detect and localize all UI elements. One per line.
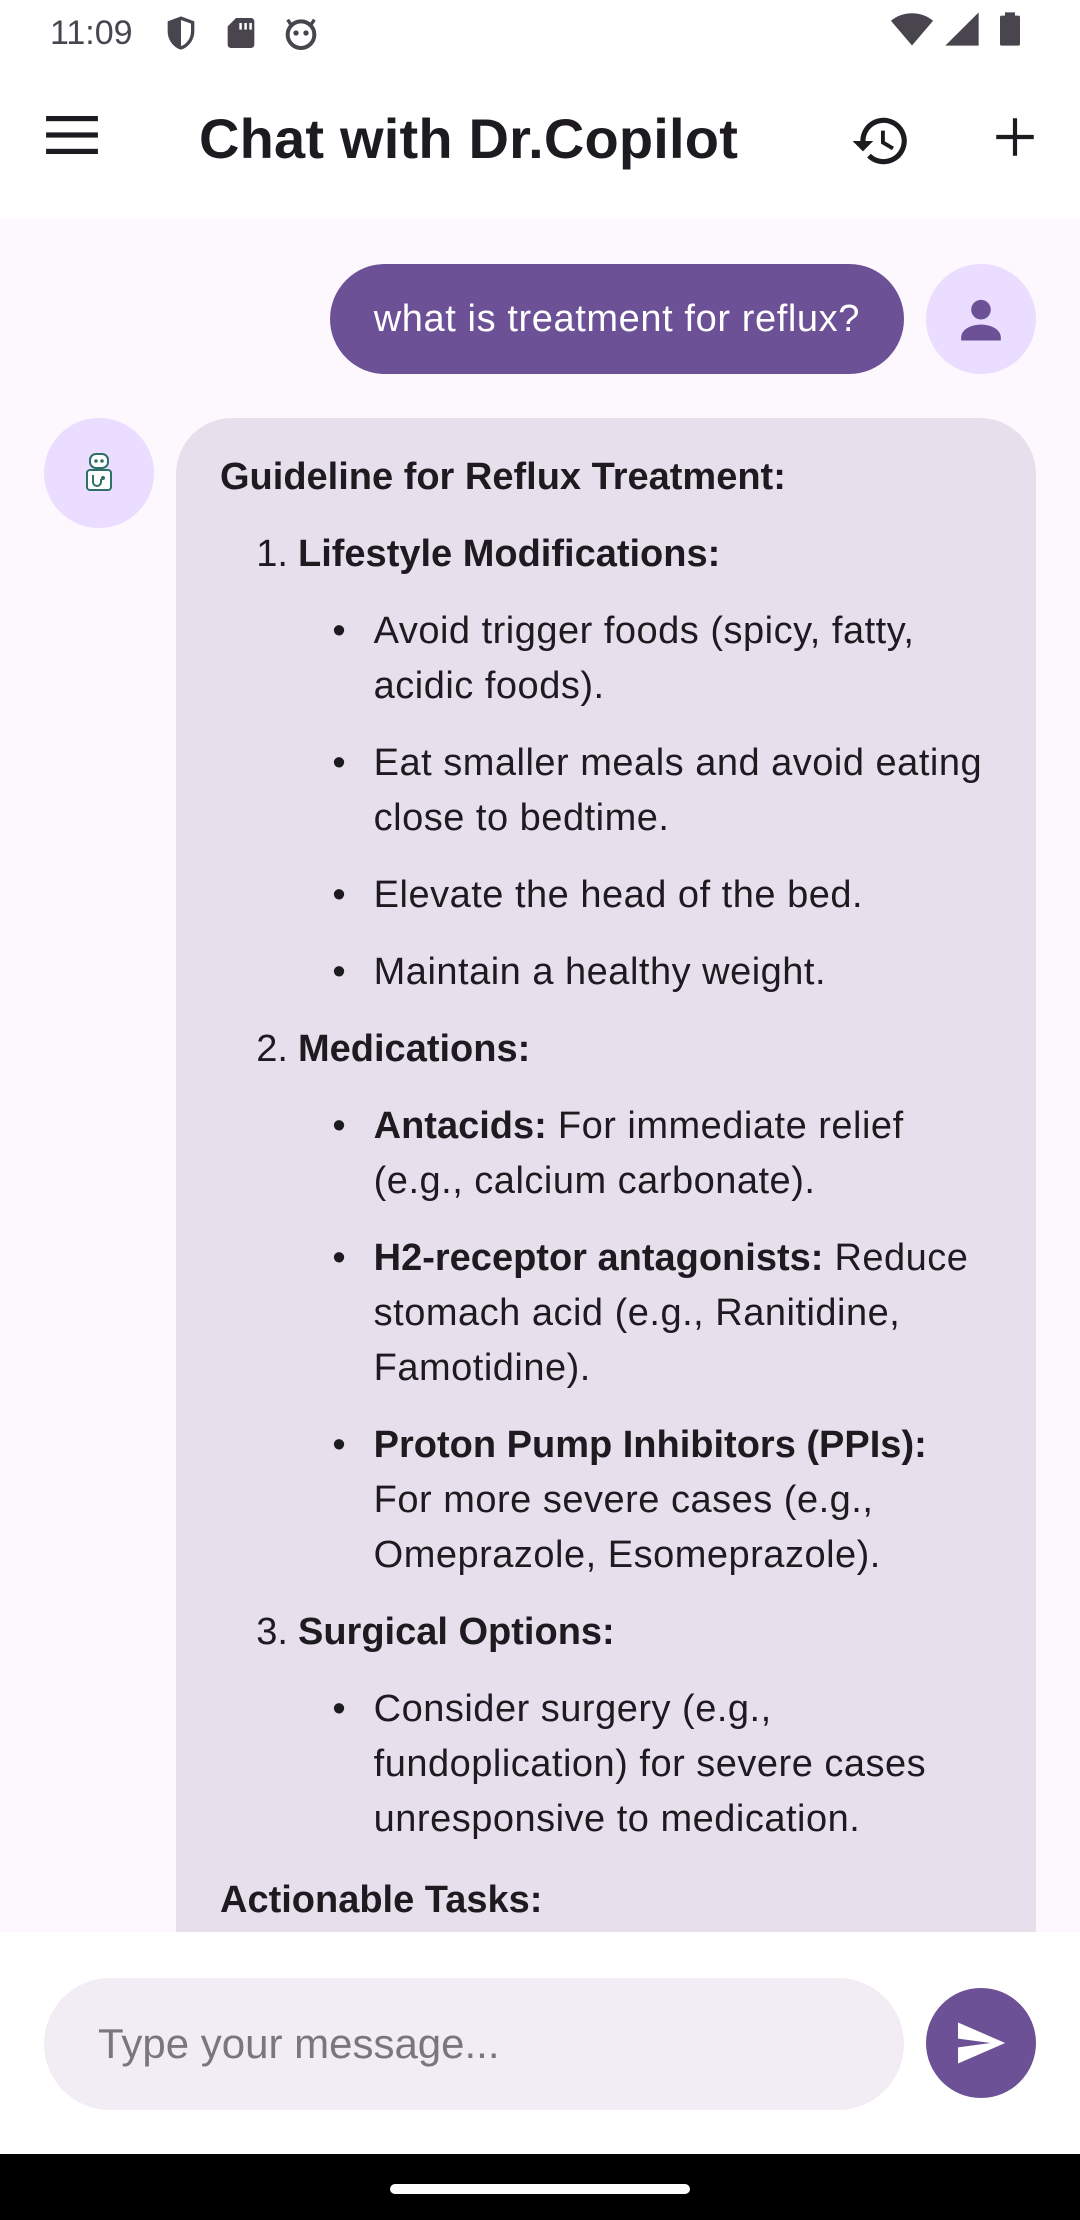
chat-area[interactable]: what is treatment for reflux? Guideline …: [0, 218, 1080, 1932]
list-item-text: Consider surgery (e.g., fundoplication) …: [373, 1688, 927, 1840]
list-item: • Antacids: For immediate relief (e.g., …: [220, 1099, 992, 1209]
list-item: • Consider surgery (e.g., fundoplication…: [220, 1682, 992, 1847]
cell-signal-icon: [942, 9, 982, 58]
app-bar: Chat with Dr.Copilot: [0, 66, 1080, 218]
numbered-section: 1. Lifestyle Modifications:: [220, 527, 992, 582]
status-time: 11:09: [50, 13, 133, 52]
numbered-section: 3. Surgical Options:: [220, 1605, 992, 1660]
list-item-bold-label: Proton Pump Inhibitors (PPIs):: [373, 1424, 927, 1466]
composer-bar: [0, 1932, 1080, 2154]
list-item-text: Antacids: For immediate relief (e.g., ca…: [374, 1099, 992, 1209]
bullet-icon: •: [332, 742, 346, 784]
section-number: 1.: [256, 533, 288, 575]
list-item: • Avoid trigger foods (spicy, fatty, aci…: [220, 604, 992, 714]
bullet-icon: •: [332, 1424, 346, 1466]
numbered-section: 2. Medications:: [220, 1022, 992, 1077]
bullet-icon: •: [332, 1237, 346, 1279]
actionable-tasks-heading: Actionable Tasks:: [220, 1879, 543, 1921]
list-item-bold-label: H2-receptor antagonists:: [373, 1237, 824, 1279]
bullet-icon: •: [332, 610, 346, 652]
menu-icon[interactable]: [46, 116, 106, 160]
history-icon[interactable]: [850, 110, 912, 172]
list-item: • Eat smaller meals and avoid eating clo…: [220, 736, 992, 846]
home-handle[interactable]: [390, 2184, 690, 2194]
status-right-icons: [890, 7, 1030, 60]
list-item-text: Avoid trigger foods (spicy, fatty, acidi…: [373, 610, 915, 707]
user-message-bubble: what is treatment for reflux?: [329, 264, 904, 374]
list-item-text: Elevate the head of the bed.: [373, 874, 864, 916]
list-item: • Maintain a healthy weight.: [220, 945, 992, 1000]
section-title: Surgical Options:: [298, 1611, 615, 1653]
page-title: Chat with Dr.Copilot: [199, 107, 739, 170]
send-button[interactable]: [926, 1988, 1036, 2098]
wifi-icon: [890, 7, 934, 60]
bot-message-heading: Guideline for Reflux Treatment:: [220, 456, 786, 498]
send-icon: [958, 2022, 1006, 2064]
user-avatar: [926, 264, 1036, 374]
bug-face-icon: [281, 13, 321, 53]
doctor-robot-icon: [86, 453, 112, 491]
section-title: Medications:: [298, 1028, 531, 1070]
bot-message-bubble: Guideline for Reflux Treatment: 1. Lifes…: [176, 418, 1036, 1932]
list-item-text: H2-receptor antagonists: Reduce stomach …: [374, 1231, 992, 1396]
list-item: • Proton Pump Inhibitors (PPIs): For mor…: [220, 1418, 992, 1583]
system-nav-bar: [0, 2154, 1080, 2220]
plus-icon[interactable]: [990, 112, 1040, 162]
user-message-text: what is treatment for reflux?: [373, 297, 860, 340]
bullet-icon: •: [332, 1688, 346, 1730]
message-input[interactable]: [44, 1978, 904, 2110]
shield-icon: [161, 13, 201, 53]
person-icon: [961, 299, 1001, 341]
section-title: Lifestyle Modifications:: [298, 533, 721, 575]
list-item-detail: For more severe cases (e.g., Omeprazole,…: [373, 1479, 881, 1576]
list-item-text: Proton Pump Inhibitors (PPIs): For more …: [374, 1418, 992, 1583]
list-item-text: Eat smaller meals and avoid eating close…: [373, 742, 983, 839]
battery-icon: [990, 9, 1030, 58]
status-bar: 11:09: [0, 0, 1080, 66]
bullet-icon: •: [332, 1105, 346, 1147]
list-item-bold-label: Antacids:: [373, 1105, 547, 1147]
list-item-text: Maintain a healthy weight.: [373, 951, 827, 993]
list-item: • H2-receptor antagonists: Reduce stomac…: [220, 1231, 992, 1396]
section-number: 3.: [256, 1611, 288, 1653]
bullet-icon: •: [332, 874, 346, 916]
bot-avatar: [44, 418, 154, 528]
user-message-row: what is treatment for reflux?: [329, 264, 1036, 374]
list-item: • Elevate the head of the bed.: [220, 868, 992, 923]
sd-card-icon: [221, 13, 261, 53]
bullet-icon: •: [332, 951, 346, 993]
section-number: 2.: [256, 1028, 288, 1070]
